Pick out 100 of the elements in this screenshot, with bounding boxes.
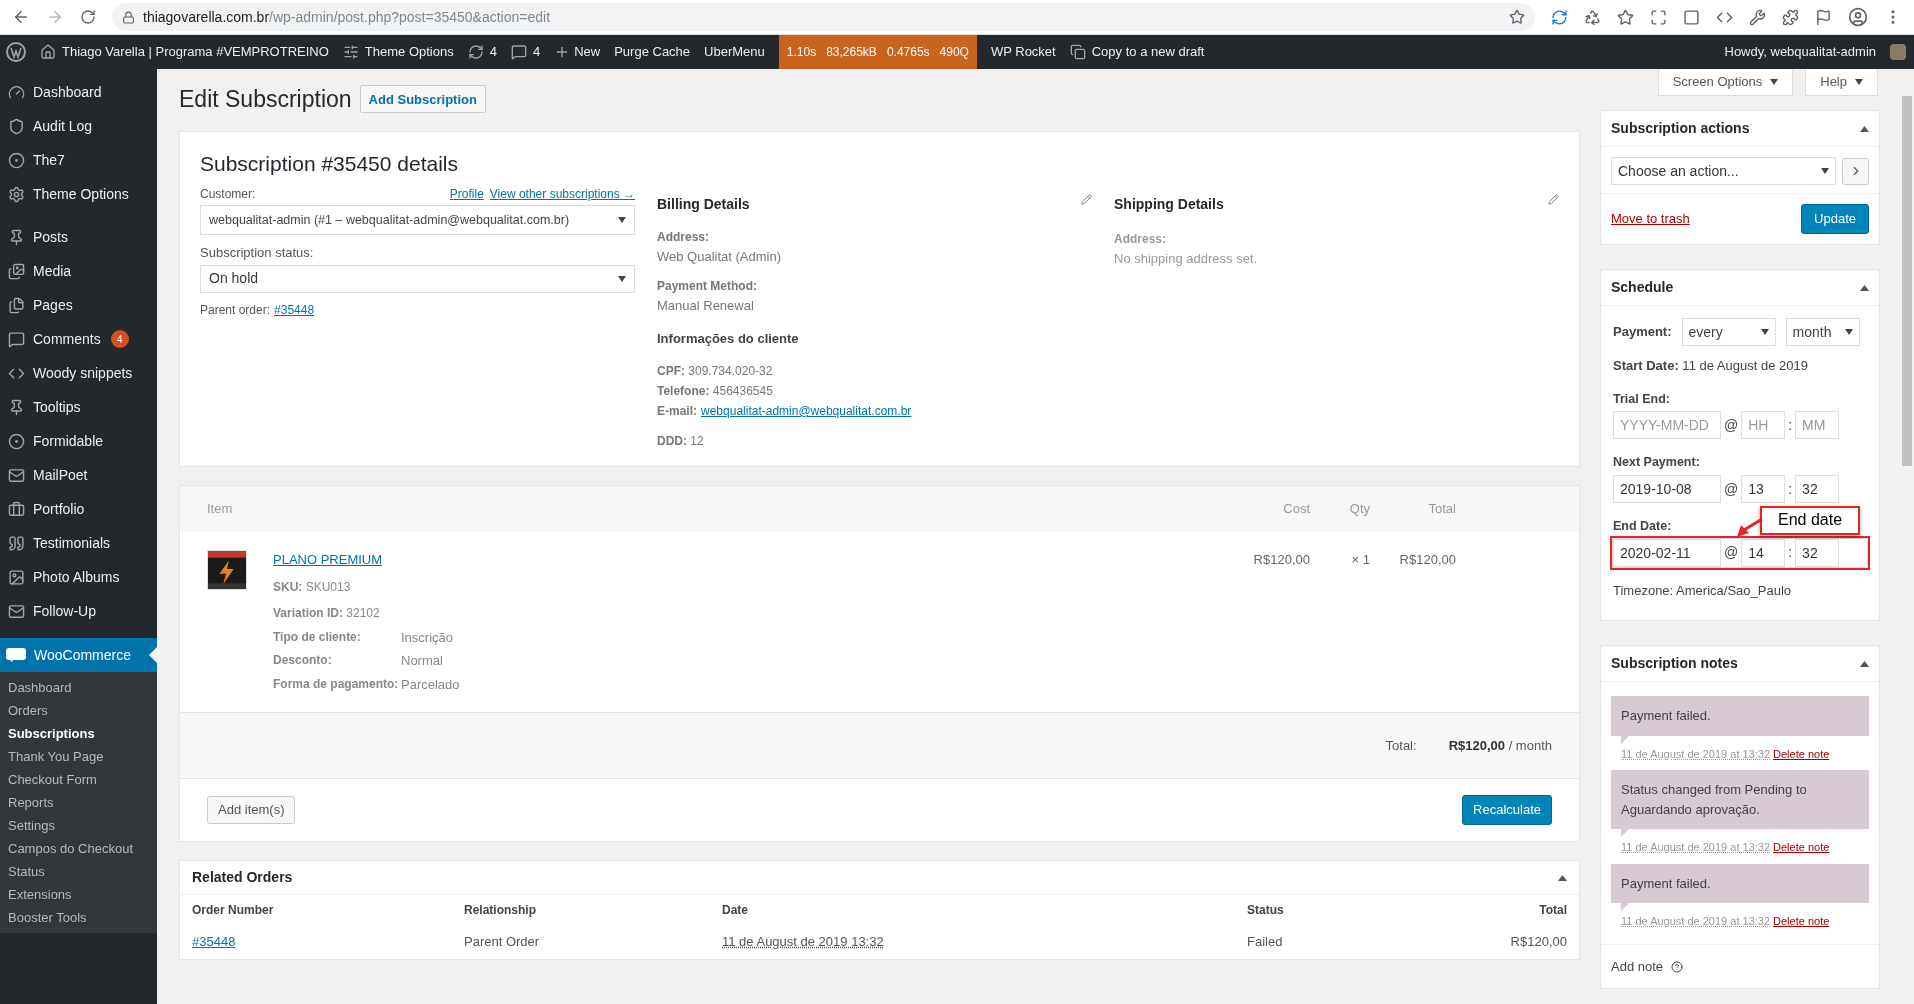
menu-item[interactable]: Testimonials	[0, 526, 157, 560]
updates-link[interactable]: 4	[467, 42, 497, 62]
submenu-item[interactable]: Campos do Checkout	[0, 837, 157, 860]
menu-item[interactable]: Follow-Up	[0, 594, 157, 628]
extension-icon[interactable]	[1617, 8, 1634, 26]
profile-link[interactable]: Profile	[449, 185, 484, 203]
update-button[interactable]: Update	[1801, 204, 1869, 234]
email-label: E-mail:	[657, 403, 697, 420]
extension-icon[interactable]	[1551, 8, 1568, 26]
extension-icon[interactable]	[1650, 8, 1667, 26]
reload-icon[interactable]	[80, 9, 96, 25]
menu-item[interactable]: Tooltips	[0, 390, 157, 424]
extension-icon[interactable]	[1749, 8, 1766, 26]
submenu-item[interactable]: Checkout Form	[0, 768, 157, 791]
extension-icon[interactable]	[1584, 8, 1601, 26]
submenu-item[interactable]: Subscriptions	[0, 722, 157, 745]
screen-options-button[interactable]: Screen Options	[1657, 69, 1794, 96]
action-select[interactable]: Choose an action...	[1611, 157, 1836, 185]
copy-draft-link[interactable]: Copy to a new draft	[1069, 42, 1205, 62]
collapse-icon[interactable]	[1860, 660, 1869, 667]
wordpress-logo[interactable]	[6, 42, 26, 62]
other-subscriptions-link[interactable]: View other subscriptions →	[489, 185, 635, 203]
help-button[interactable]: Help	[1805, 69, 1878, 96]
menu-item[interactable]: Dashboard	[0, 75, 157, 109]
extension-icon[interactable]	[1683, 8, 1700, 26]
caret-icon	[1855, 79, 1863, 85]
howdy-link[interactable]: Howdy, webqualitat-admin	[1724, 42, 1876, 62]
move-to-trash-link[interactable]: Move to trash	[1611, 209, 1690, 229]
menu-item[interactable]: Posts	[0, 220, 157, 254]
help-icon[interactable]	[1671, 960, 1684, 973]
payment-label: Payment:	[1613, 323, 1672, 342]
menu-item[interactable]: Audit Log	[0, 109, 157, 143]
address-bar[interactable]: thiagovarella.com.br/wp-admin/post.php?post=35450&action=edit	[112, 3, 1535, 31]
date-field[interactable]: YYYY-MM-DD	[1613, 411, 1721, 440]
add-subscription-button[interactable]: Add Subscription	[359, 85, 486, 114]
hour-field[interactable]: HH	[1741, 411, 1786, 440]
purge-cache-link[interactable]: Purge Cache	[614, 42, 691, 62]
hour-field[interactable]: 13	[1741, 475, 1786, 503]
menu-item[interactable]: Pages	[0, 288, 157, 322]
ubermenu-link[interactable]: UberMenu	[704, 42, 765, 62]
payment-method-label: Payment Method:	[657, 278, 758, 295]
edit-icon[interactable]	[1081, 193, 1092, 205]
comments-link[interactable]: 4	[510, 42, 541, 62]
submenu-item[interactable]: Orders	[0, 699, 157, 722]
interval-select[interactable]: every	[1681, 318, 1776, 346]
menu-item[interactable]: Formidable	[0, 424, 157, 458]
menu-item[interactable]: Portfolio	[0, 492, 157, 526]
date-field[interactable]: 2019-10-08	[1613, 475, 1721, 503]
minute-field[interactable]: 32	[1795, 538, 1840, 567]
order-link[interactable]: #35448	[192, 932, 464, 952]
extension-icon[interactable]	[1782, 8, 1799, 26]
minute-field[interactable]: MM	[1795, 411, 1840, 440]
scrollbar-thumb[interactable]	[1902, 96, 1912, 466]
performance-stats[interactable]: 1.10s 83,265kB 0.4765s 490Q	[778, 35, 977, 69]
minute-field[interactable]: 32	[1795, 475, 1840, 503]
menu-item[interactable]: Theme Options	[0, 177, 157, 211]
submenu-item[interactable]: Thank You Page	[0, 745, 157, 768]
menu-item[interactable]: The7	[0, 143, 157, 177]
menu-item[interactable]: Comments 4	[0, 322, 157, 356]
submenu-item[interactable]: Reports	[0, 791, 157, 814]
site-link[interactable]: Thiago Varella | Programa #VEMPROTREINO	[40, 42, 329, 62]
recalculate-button[interactable]: Recalculate	[1462, 795, 1552, 825]
menu-item[interactable]: Media	[0, 254, 157, 288]
theme-options-link[interactable]: Theme Options	[342, 42, 454, 62]
menu-item[interactable]: Photo Albums	[0, 560, 157, 594]
avatar[interactable]	[1890, 44, 1906, 60]
customer-select[interactable]: webqualitat-admin (#1 – webqualitat-admin@webqualitat.com.br)	[200, 205, 635, 235]
menu-item[interactable]: WooCommerce	[0, 638, 157, 672]
collapse-icon[interactable]	[1860, 284, 1869, 291]
new-link[interactable]: New	[554, 42, 601, 62]
collapse-icon[interactable]	[1558, 874, 1567, 881]
submenu-item[interactable]: Settings	[0, 814, 157, 837]
delete-note-link[interactable]: Delete note	[1773, 913, 1830, 930]
bookmark-icon[interactable]	[1509, 9, 1525, 25]
add-items-button[interactable]: Add item(s)	[207, 796, 296, 824]
menu-item[interactable]: Woody snippets	[0, 356, 157, 390]
period-select[interactable]: month	[1785, 318, 1860, 346]
date-field[interactable]: 2020-02-11	[1613, 538, 1721, 567]
submenu-item[interactable]: Extensions	[0, 883, 157, 906]
profile-icon[interactable]	[1848, 7, 1868, 27]
hour-field[interactable]: 14	[1741, 538, 1786, 567]
extension-icon[interactable]	[1815, 8, 1832, 26]
submenu-item[interactable]: Status	[0, 860, 157, 883]
envelope-icon	[8, 602, 25, 620]
menu-item[interactable]: MailPoet	[0, 458, 157, 492]
product-link[interactable]: PLANO PREMIUM	[273, 550, 1220, 570]
back-icon[interactable]	[12, 8, 30, 26]
wp-rocket-link[interactable]: WP Rocket	[990, 42, 1056, 62]
ddd-line: DDD: 12	[657, 433, 705, 450]
delete-note-link[interactable]: Delete note	[1773, 839, 1830, 856]
collapse-icon[interactable]	[1860, 125, 1869, 132]
email-link[interactable]: webqualitat-admin@webqualitat.com.br	[701, 401, 912, 421]
total-label: Total:	[1385, 736, 1417, 755]
delete-note-link[interactable]: Delete note	[1773, 745, 1830, 763]
submenu-item[interactable]: Booster Tools	[0, 906, 157, 929]
submenu-item[interactable]: Dashboard	[0, 676, 157, 699]
status-select[interactable]: On hold	[200, 264, 635, 293]
parent-order-link[interactable]: #35448	[274, 300, 315, 319]
edit-icon[interactable]	[1548, 193, 1559, 205]
caret-icon	[1770, 79, 1779, 85]
